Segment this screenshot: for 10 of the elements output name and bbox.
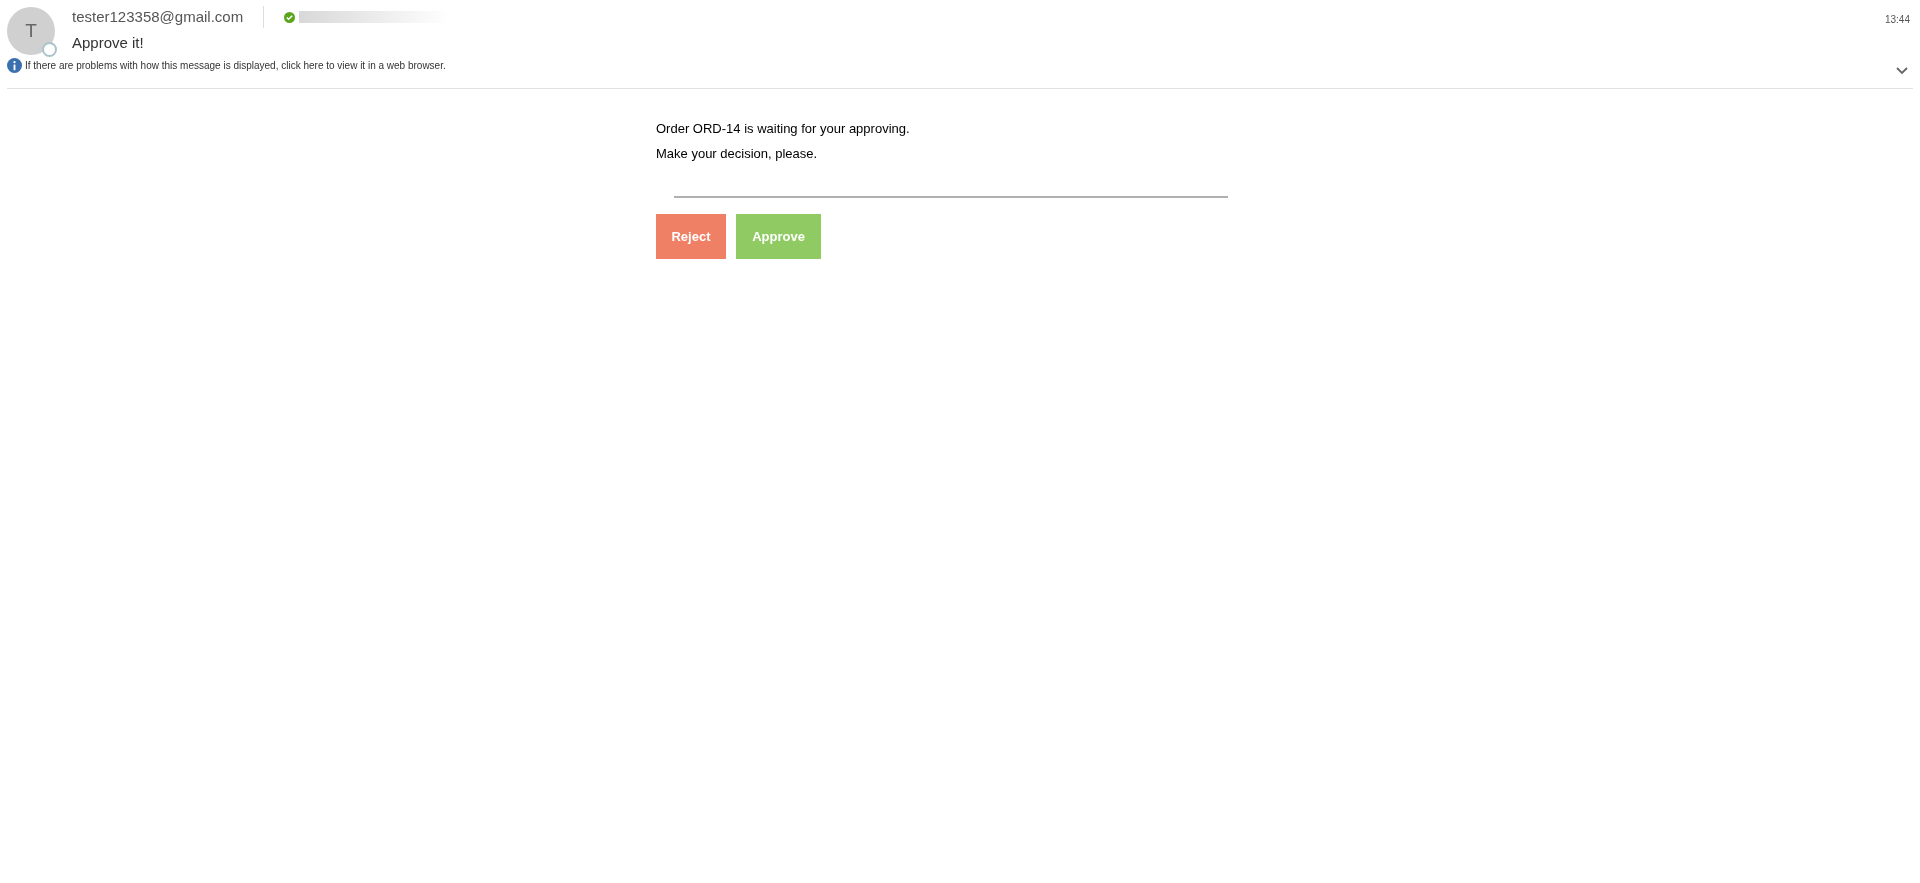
sender-address[interactable]: tester123358@gmail.com [72,5,244,29]
time: 13:44 [1884,13,1910,27]
avatar-initial: T [25,18,37,43]
body-text: Make your decision, please. [656,144,819,163]
subject: Approve it! [72,33,144,53]
body-text: Order ORD-14 is waiting for your approving. [656,120,911,138]
info-icon [7,58,22,73]
presence-icon [42,42,57,57]
chevron-down-icon[interactable] [1896,67,1908,75]
info-bar-link[interactable]: If there are problems with how this message is displayed, click here to view it in a web browser. [25,58,446,73]
